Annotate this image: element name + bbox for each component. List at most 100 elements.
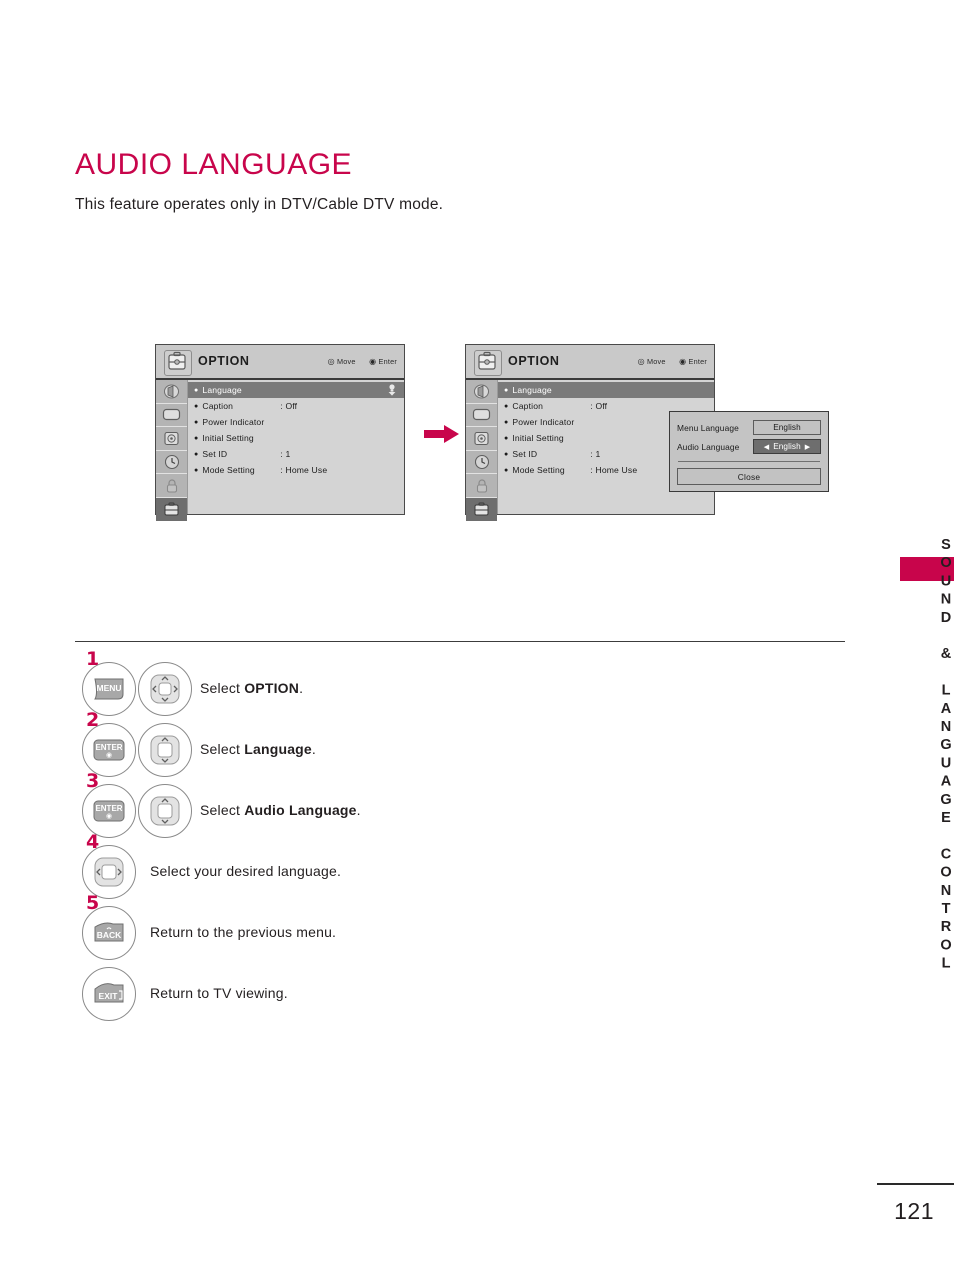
enter-button[interactable]: ENTER ◉ <box>82 784 136 838</box>
osd-row-label: Caption <box>512 401 544 411</box>
bullet-icon: ● <box>194 434 199 442</box>
osd-row-value: : 1 <box>590 449 601 459</box>
exit-button[interactable]: EXIT <box>82 967 136 1021</box>
sidebar-item-audio[interactable] <box>156 427 187 451</box>
bullet-icon: ● <box>194 466 199 474</box>
audio-language-value[interactable]: ◀ English ▶ <box>753 439 821 454</box>
menu-language-value[interactable]: English <box>753 420 821 435</box>
enter-icon: ◉ <box>369 357 377 366</box>
navigation-pad-left-right[interactable] <box>82 845 136 899</box>
osd-row-mode-setting[interactable]: ● Mode Setting : Home Use <box>188 462 404 478</box>
navigation-pad-up-down[interactable] <box>138 784 192 838</box>
svg-text:EXIT: EXIT <box>99 991 119 1001</box>
osd-row-label: Set ID <box>202 449 228 459</box>
footer-rule <box>877 1183 954 1185</box>
sidebar-item-option[interactable] <box>466 497 497 521</box>
step-description: Select OPTION. <box>200 680 303 696</box>
step-description: Select Language. <box>200 741 316 757</box>
osd-row-set-id[interactable]: ● Set ID : 1 <box>188 446 404 462</box>
language-dialog: Menu Language English Audio Language ◀ E… <box>669 411 829 492</box>
page-number: 121 <box>894 1198 934 1224</box>
page-title: AUDIO LANGUAGE <box>75 148 353 182</box>
osd-row-label: Set ID <box>512 449 538 459</box>
audio-language-label: Audio Language <box>677 441 740 452</box>
sidebar-item-audio[interactable] <box>466 427 497 451</box>
svg-text:ENTER: ENTER <box>95 743 122 752</box>
osd-row-label: Power Indicator <box>512 417 575 427</box>
osd-header: OPTION ◎ Move ◉ Enter <box>156 345 404 380</box>
svg-text:BACK: BACK <box>97 930 122 940</box>
osd-row-label: Language <box>202 385 242 395</box>
menu-language-label: Menu Language <box>677 422 739 433</box>
osd-sidebar <box>466 380 498 521</box>
option-icon <box>474 350 502 376</box>
osd-panel-option-step2: OPTION ◎ Move ◉ Enter ● Language ● Capti… <box>465 344 829 521</box>
osd-menu-list: ● Language ● Caption : Off ● Power Indic… <box>188 380 404 478</box>
sidebar-item-screen[interactable] <box>156 404 187 428</box>
sidebar-item-picture[interactable] <box>156 380 187 404</box>
sidebar-item-time[interactable] <box>466 451 497 475</box>
osd-row-value: : Off <box>590 401 608 411</box>
step-text-prefix: Select <box>200 741 245 757</box>
osd-row-caption[interactable]: ● Caption : Off <box>188 398 404 414</box>
osd-row-value: : Home Use <box>280 465 328 475</box>
osd-row-label: Caption <box>202 401 234 411</box>
osd-row-value: : Off <box>280 401 298 411</box>
back-button[interactable]: BACK <box>82 906 136 960</box>
svg-text:◉: ◉ <box>106 813 112 820</box>
step-text-prefix: Select <box>200 680 245 696</box>
svg-text:ENTER: ENTER <box>95 804 122 813</box>
osd-hint-enter-label: Enter <box>688 357 707 366</box>
step-description: Return to the previous menu. <box>150 924 336 940</box>
bullet-icon: ● <box>504 418 509 426</box>
menu-language-row: Menu Language English <box>677 419 821 436</box>
bullet-icon: ● <box>194 450 199 458</box>
osd-row-initial-setting[interactable]: ● Initial Setting <box>188 430 404 446</box>
option-icon <box>164 350 192 376</box>
osd-row-label: Initial Setting <box>512 433 564 443</box>
flow-arrow-icon <box>422 423 462 445</box>
step-text-prefix: Select your desired language. <box>150 863 342 879</box>
osd-row-power-indicator[interactable]: ● Power Indicator <box>188 414 404 430</box>
navigation-pad-up-down[interactable] <box>138 723 192 777</box>
close-button[interactable]: Close <box>677 468 821 485</box>
navigation-pad-four-way[interactable] <box>138 662 192 716</box>
sidebar-item-lock[interactable] <box>466 474 497 498</box>
bullet-icon: ● <box>194 386 199 394</box>
osd-row-label: Mode Setting <box>512 465 565 475</box>
page-subtitle: This feature operates only in DTV/Cable … <box>75 196 444 213</box>
arrow-right-icon[interactable]: ▶ <box>801 443 814 451</box>
bullet-icon: ● <box>504 402 509 410</box>
step-text-bold: OPTION <box>244 680 300 696</box>
osd-row-language[interactable]: ● Language <box>188 382 404 398</box>
step-text-prefix: Return to the previous menu. <box>150 924 337 940</box>
menu-button[interactable]: MENU <box>82 662 136 716</box>
osd-row-label: Power Indicator <box>202 417 265 427</box>
svg-text:MENU: MENU <box>96 683 121 693</box>
sidebar-item-time[interactable] <box>156 451 187 475</box>
sidebar-item-screen[interactable] <box>466 404 497 428</box>
osd-hint-move-label: Move <box>647 357 666 366</box>
step-text-suffix: . <box>299 680 304 696</box>
step-text-prefix: Return to TV viewing. <box>150 985 288 1001</box>
osd-row-language[interactable]: ● Language <box>498 382 714 398</box>
arrow-left-icon[interactable]: ◀ <box>760 443 773 451</box>
osd-header: OPTION ◎ Move ◉ Enter <box>466 345 714 380</box>
audio-language-row: Audio Language ◀ English ▶ <box>677 438 821 455</box>
audio-language-current: English <box>773 442 801 451</box>
osd-row-label: Initial Setting <box>202 433 254 443</box>
osd-panel-option-step1: OPTION ◎ Move ◉ Enter ● Language ● Capti… <box>155 344 405 521</box>
step-text-bold: Audio Language <box>244 802 357 818</box>
enter-button[interactable]: ENTER ◉ <box>82 723 136 777</box>
sidebar-item-option[interactable] <box>156 497 187 521</box>
step-text-bold: Language <box>244 741 312 757</box>
osd-title: OPTION <box>508 354 560 368</box>
sidebar-item-lock[interactable] <box>156 474 187 498</box>
osd-hint-enter-label: Enter <box>378 357 397 366</box>
step-text-suffix: . <box>356 802 361 818</box>
sidebar-item-picture[interactable] <box>466 380 497 404</box>
osd-row-label: Mode Setting <box>202 465 255 475</box>
bullet-icon: ● <box>504 450 509 458</box>
scroll-down-icon <box>388 384 396 396</box>
step-description: Return to TV viewing. <box>150 985 288 1001</box>
